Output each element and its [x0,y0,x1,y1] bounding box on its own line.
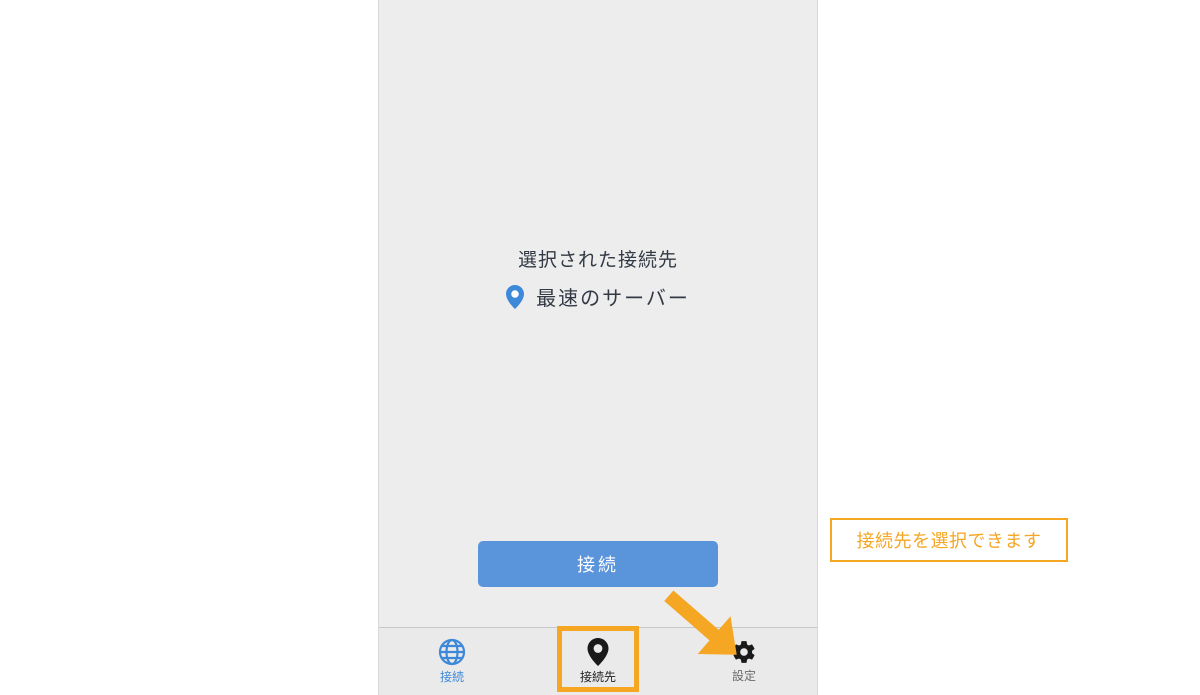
tab-destination[interactable]: 接続先 [555,632,641,692]
location-pin-icon [587,638,609,666]
tab-bar: 接続 接続先 設定 [379,627,817,695]
selected-server-row[interactable]: 最速のサーバー [506,282,690,311]
tab-settings-label: 設定 [732,667,756,684]
annotation-callout-text: 接続先を選択できます [857,527,1042,553]
globe-icon [438,638,466,666]
selected-destination-label: 選択された接続先 [518,245,678,272]
server-name-text: 最速のサーバー [536,282,690,311]
annotation-callout: 接続先を選択できます [830,518,1068,562]
connect-button[interactable]: 接続 [478,541,718,587]
tab-connect[interactable]: 接続 [409,632,495,692]
tab-connect-label: 接続 [440,668,464,685]
phone-frame: 選択された接続先 最速のサーバー 接続 接続 接 [378,0,818,695]
tab-settings[interactable]: 設定 [701,632,787,692]
gear-icon [731,639,757,665]
tab-destination-label: 接続先 [580,668,616,685]
main-content: 選択された接続先 最速のサーバー [379,0,817,627]
location-pin-icon [506,285,524,309]
